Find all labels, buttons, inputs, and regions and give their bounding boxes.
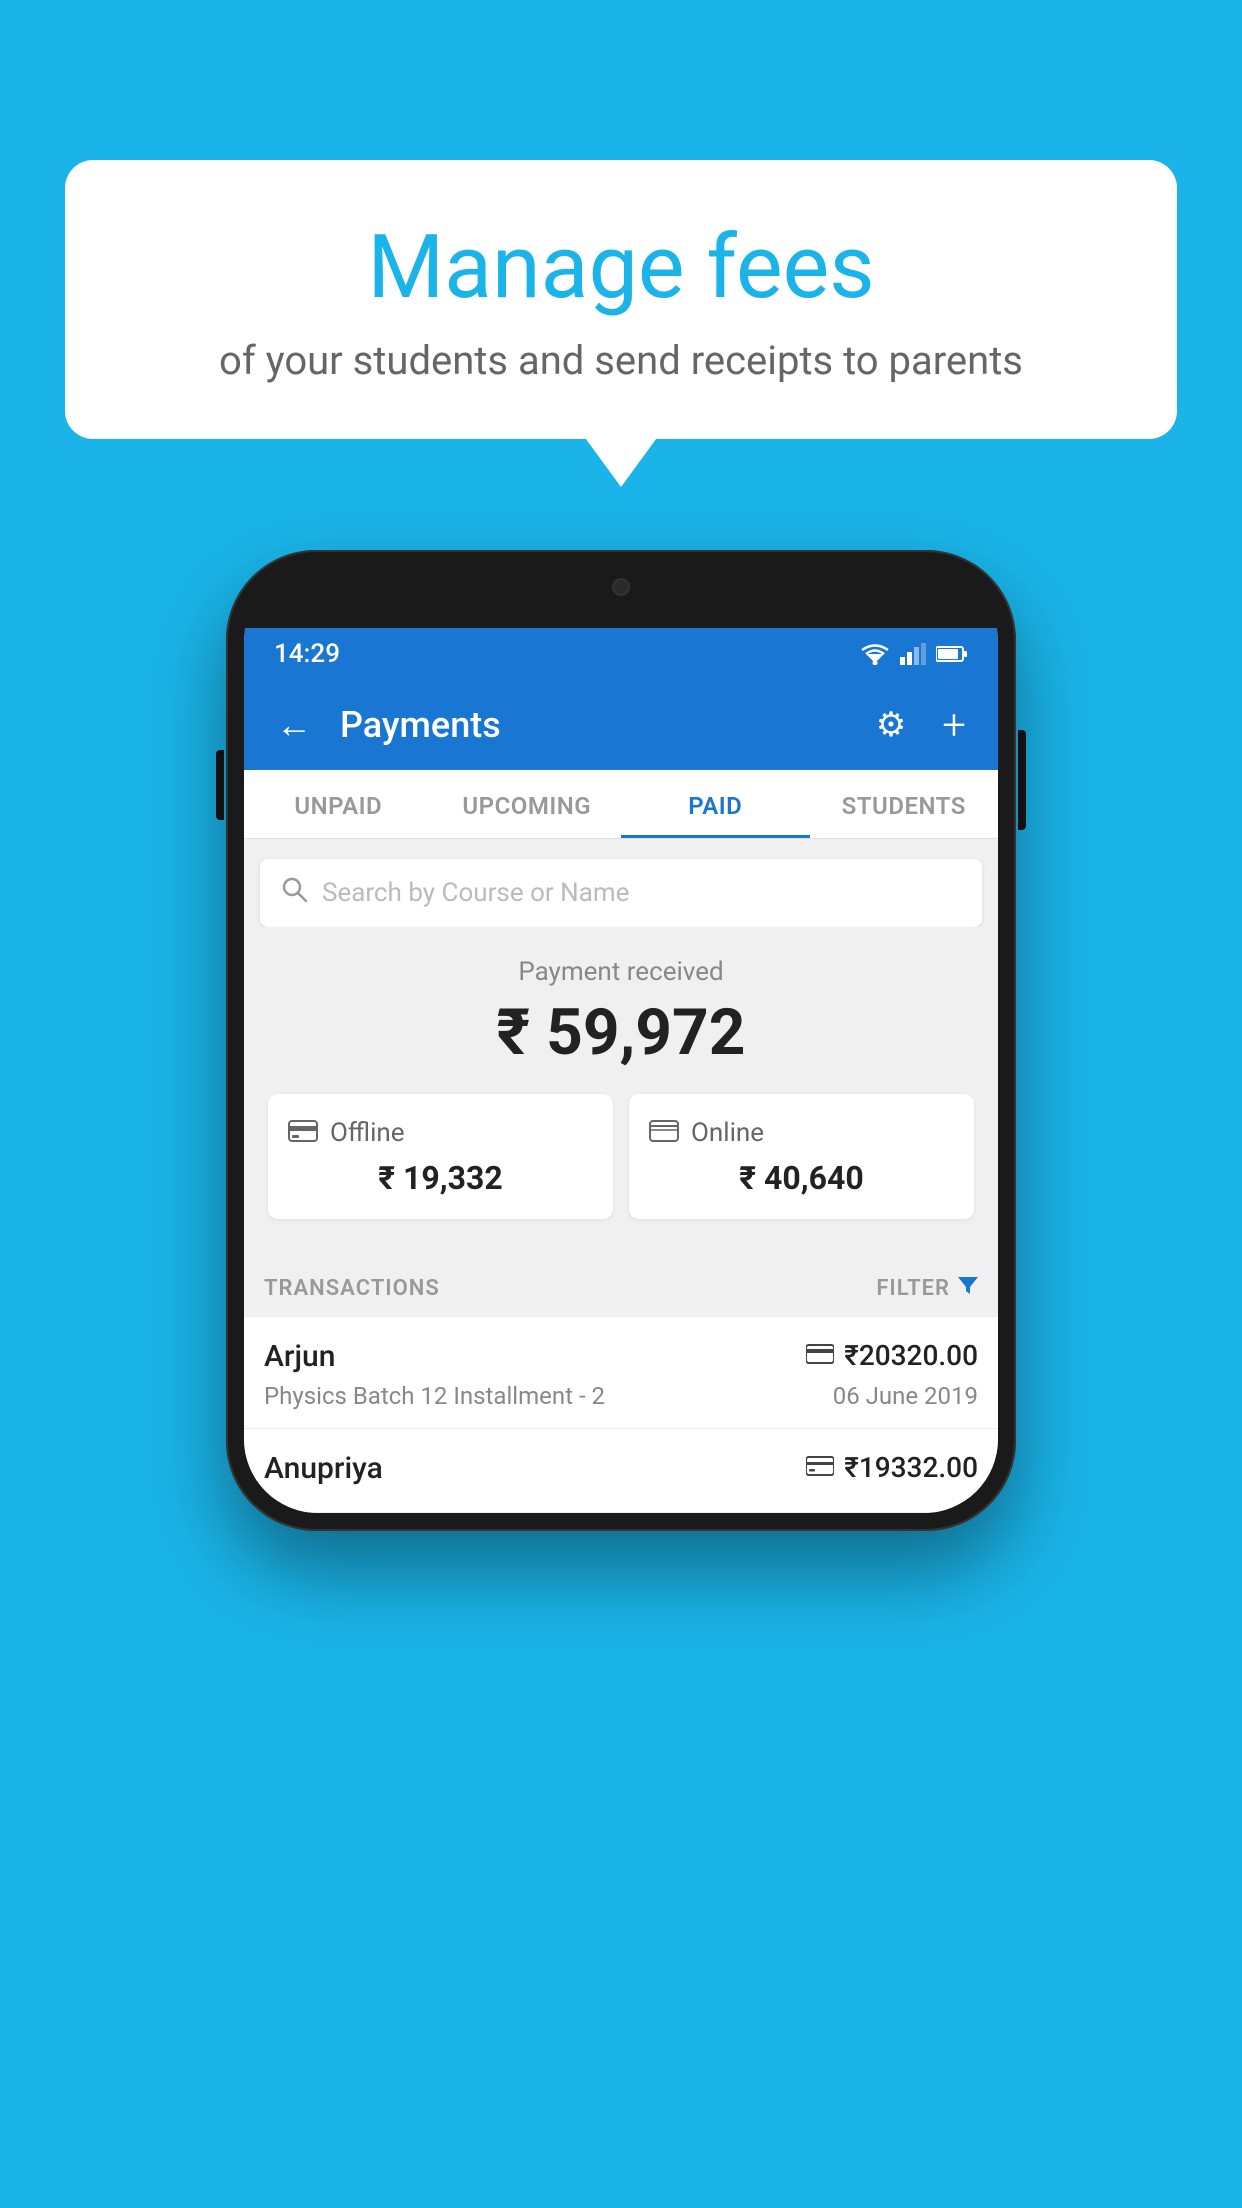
transactions-header: TRANSACTIONS FILTER xyxy=(244,1259,998,1317)
app-bar: ← Payments ⚙ + xyxy=(244,680,998,770)
tabs-bar: UNPAID UPCOMING PAID STUDENTS xyxy=(244,770,998,839)
transaction-amount: ₹19332.00 xyxy=(844,1451,978,1484)
transactions-label: TRANSACTIONS xyxy=(264,1276,440,1301)
bubble-subtitle: of your students and send receipts to pa… xyxy=(115,337,1127,384)
speech-bubble: Manage fees of your students and send re… xyxy=(65,160,1177,439)
transaction-amount: ₹20320.00 xyxy=(844,1339,978,1372)
power-button xyxy=(1018,730,1026,830)
online-icon xyxy=(649,1116,679,1149)
app-title: Payments xyxy=(340,704,848,746)
phone-shell: 14:29 xyxy=(226,550,1016,1531)
transaction-name: Anupriya xyxy=(264,1451,383,1486)
payment-cards: Offline ₹ 19,332 xyxy=(264,1094,978,1239)
transaction-top: Anupriya ₹19332.00 xyxy=(264,1451,978,1486)
offline-card: Offline ₹ 19,332 xyxy=(268,1094,613,1219)
search-bar[interactable]: Search by Course or Name xyxy=(260,859,982,927)
battery-icon xyxy=(936,645,968,663)
filter-icon xyxy=(958,1275,978,1301)
status-time: 14:29 xyxy=(274,639,340,669)
status-bar: 14:29 xyxy=(244,628,998,680)
transaction-amount-wrap: ₹19332.00 xyxy=(806,1451,978,1484)
online-label: Online xyxy=(691,1118,764,1148)
phone-frame: 14:29 xyxy=(226,550,1016,1531)
payment-summary: Payment received ₹ 59,972 xyxy=(244,927,998,1259)
online-amount: ₹ 40,640 xyxy=(649,1159,954,1197)
filter-button[interactable]: FILTER xyxy=(876,1275,978,1301)
payment-total-amount: ₹ 59,972 xyxy=(264,995,978,1070)
camera xyxy=(612,578,630,596)
offline-payment-icon xyxy=(806,1453,834,1483)
add-button[interactable]: + xyxy=(934,693,974,758)
filter-label: FILTER xyxy=(876,1276,950,1301)
transaction-course: Physics Batch 12 Installment - 2 xyxy=(264,1382,605,1410)
tab-paid[interactable]: PAID xyxy=(621,770,810,838)
app-background: Manage fees of your students and send re… xyxy=(0,0,1242,2208)
table-row[interactable]: Arjun ₹20320.00 xyxy=(244,1317,998,1429)
search-icon xyxy=(280,875,308,911)
tab-unpaid[interactable]: UNPAID xyxy=(244,770,433,838)
offline-card-header: Offline xyxy=(288,1116,593,1149)
volume-button xyxy=(216,750,224,820)
offline-label: Offline xyxy=(330,1118,405,1148)
transaction-date: 06 June 2019 xyxy=(833,1382,978,1410)
table-row[interactable]: Anupriya ₹19332.00 xyxy=(244,1429,998,1513)
status-icons xyxy=(860,643,968,665)
search-input[interactable]: Search by Course or Name xyxy=(322,878,962,908)
online-card-header: Online xyxy=(649,1116,954,1149)
transaction-bottom: Physics Batch 12 Installment - 2 06 June… xyxy=(264,1382,978,1410)
transaction-name: Arjun xyxy=(264,1339,335,1374)
transaction-amount-wrap: ₹20320.00 xyxy=(806,1339,978,1372)
phone-screen-outer: 14:29 xyxy=(244,568,998,1513)
back-button[interactable]: ← xyxy=(268,696,320,754)
offline-amount: ₹ 19,332 xyxy=(288,1159,593,1197)
online-payment-icon xyxy=(806,1341,834,1371)
notch xyxy=(576,568,666,606)
offline-icon xyxy=(288,1116,318,1149)
phone-screen: 14:29 xyxy=(244,628,998,1513)
phone-notch-bar xyxy=(244,568,998,628)
wifi-icon xyxy=(860,643,890,665)
payment-received-label: Payment received xyxy=(264,957,978,987)
settings-button[interactable]: ⚙ xyxy=(868,697,914,753)
online-card: Online ₹ 40,640 xyxy=(629,1094,974,1219)
bubble-title: Manage fees xyxy=(115,220,1127,317)
tab-upcoming[interactable]: UPCOMING xyxy=(433,770,622,838)
tab-students[interactable]: STUDENTS xyxy=(810,770,999,838)
signal-icon xyxy=(900,643,926,665)
transaction-top: Arjun ₹20320.00 xyxy=(264,1339,978,1374)
